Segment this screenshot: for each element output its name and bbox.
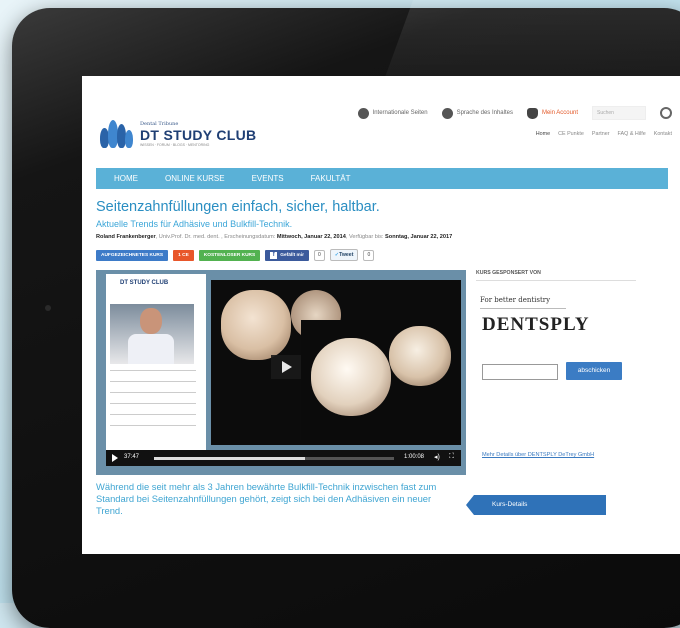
tooth-image <box>389 326 451 386</box>
sub-nav: Home CE Punkte Partner FAQ & Hilfe Konta… <box>536 131 672 137</box>
language-link[interactable]: Sprache des Inhaltes <box>441 107 513 119</box>
nav-events[interactable]: EVENTS <box>252 174 284 183</box>
nav-online-kurse[interactable]: ONLINE KURSE <box>165 174 225 183</box>
person-icon <box>526 107 538 119</box>
fb-like-label: Gefällt mir <box>280 252 304 258</box>
browser-screen: Internationale Seiten Sprache des Inhalt… <box>82 76 680 554</box>
subnav-partner[interactable]: Partner <box>592 131 610 137</box>
course-meta: Roland Frankenberger, Univ.Prof. Dr. med… <box>96 234 452 240</box>
course-title: Seitenzahnfüllungen einfach, sicher, hal… <box>96 199 380 215</box>
fullscreen-icon[interactable]: ⛶ <box>449 453 454 461</box>
free-badge: KOSTENLOSER KURS <box>198 249 261 261</box>
publish-date: Mittwoch, Januar 22, 2014 <box>276 234 346 240</box>
kurs-details-button[interactable]: Kurs-Details <box>466 495 606 515</box>
sponsor-logo: DENTSPLY <box>482 314 590 335</box>
course-subtitle: Aktuelle Trends für Adhäsive und Bulkfil… <box>96 219 293 229</box>
sponsor-details-link[interactable]: Mehr Details über DENTSPLY DeTrey GmbH <box>482 452 594 458</box>
logo-title: DT STUDY CLUB <box>140 127 257 143</box>
search-input[interactable]: Suchen <box>592 106 646 120</box>
slide-panel: DT STUDY CLUB <box>106 274 206 466</box>
tweet-label: Tweet <box>339 252 354 258</box>
top-nav: Internationale Seiten Sprache des Inhalt… <box>357 106 672 120</box>
badge-row: AUFGEZEICHNETES KURS 1 CE KOSTENLOSER KU… <box>96 249 375 261</box>
language-label: Sprache des Inhaltes <box>456 110 513 116</box>
play-icon[interactable] <box>112 454 118 462</box>
facebook-like-button[interactable]: f Gefällt mir <box>265 249 309 261</box>
available-label: , Verfügbar bis: <box>345 234 386 240</box>
people-logo-icon <box>100 118 134 150</box>
search-icon[interactable] <box>660 107 672 119</box>
recorded-badge: AUFGEZEICHNETES KURS <box>96 249 169 261</box>
site-logo[interactable]: Dental Tribune DT STUDY CLUB WISSEN · FO… <box>100 118 256 150</box>
sponsor-box: KURS GESPONSERT VON For better dentistry… <box>476 270 636 470</box>
subnav-ce-punkte[interactable]: CE Punkte <box>558 131 584 137</box>
duration: 1:00:08 <box>404 454 425 460</box>
current-time: 37:47 <box>124 454 140 460</box>
inset-image <box>301 320 461 440</box>
speech-bubble-icon <box>441 107 453 119</box>
sponsor-input[interactable] <box>482 364 558 380</box>
slide-text-lines <box>110 370 196 450</box>
my-account-label: Mein Account <box>541 110 578 116</box>
presenter-photo <box>110 304 194 364</box>
progress-fill <box>154 457 306 460</box>
my-account-link[interactable]: Mein Account <box>526 107 578 119</box>
international-label: Internationale Seiten <box>372 110 428 116</box>
globe-icon <box>357 107 369 119</box>
logo-tagline: WISSEN · FORUM · BLOGS · MENTORING <box>140 143 210 147</box>
nav-home[interactable]: HOME <box>114 174 138 183</box>
subnav-faq[interactable]: FAQ & Hilfe <box>618 131 646 137</box>
facebook-icon: f <box>270 251 278 259</box>
volume-icon[interactable]: ◂) <box>434 453 440 461</box>
main-nav: HOME ONLINE KURSE EVENTS FAKULTÄT <box>96 168 668 189</box>
nav-fakultaet[interactable]: FAKULTÄT <box>311 174 351 183</box>
sponsor-tagline: For better dentistry <box>480 296 551 304</box>
author-suffix: , Univ.Prof. Dr. med. dent. , Erscheinun… <box>155 234 277 240</box>
subnav-home[interactable]: Home <box>536 131 550 137</box>
subnav-kontakt[interactable]: Kontakt <box>654 131 672 137</box>
sponsor-heading: KURS GESPONSERT VON <box>476 270 636 281</box>
tweet-button[interactable]: ✓Tweet <box>329 249 359 261</box>
tooth-image <box>311 338 391 416</box>
progress-track[interactable] <box>154 457 394 460</box>
available-date: Sonntag, Januar 22, 2017 <box>385 234 453 240</box>
video-frame[interactable] <box>211 280 461 445</box>
course-description: Während die seit mehr als 3 Jahren bewäh… <box>96 481 437 516</box>
ce-badge: 1 CE <box>173 249 194 261</box>
video-player[interactable]: DT STUDY CLUB 37:47 1:00:08 ◂) ⛶ <box>96 270 466 475</box>
play-overlay-button[interactable] <box>271 355 301 379</box>
control-bar: 37:47 1:00:08 ◂) ⛶ <box>106 450 461 466</box>
tweet-count: 0 <box>363 249 375 261</box>
slide-logo: DT STUDY CLUB <box>120 280 169 286</box>
author-name: Roland Frankenberger <box>96 234 156 240</box>
fb-like-count: 0 <box>313 249 325 261</box>
international-link[interactable]: Internationale Seiten <box>357 107 428 119</box>
tooth-image <box>221 290 291 360</box>
submit-button[interactable]: abschicken <box>566 362 622 380</box>
divider <box>480 308 566 309</box>
camera-dot <box>45 305 51 311</box>
